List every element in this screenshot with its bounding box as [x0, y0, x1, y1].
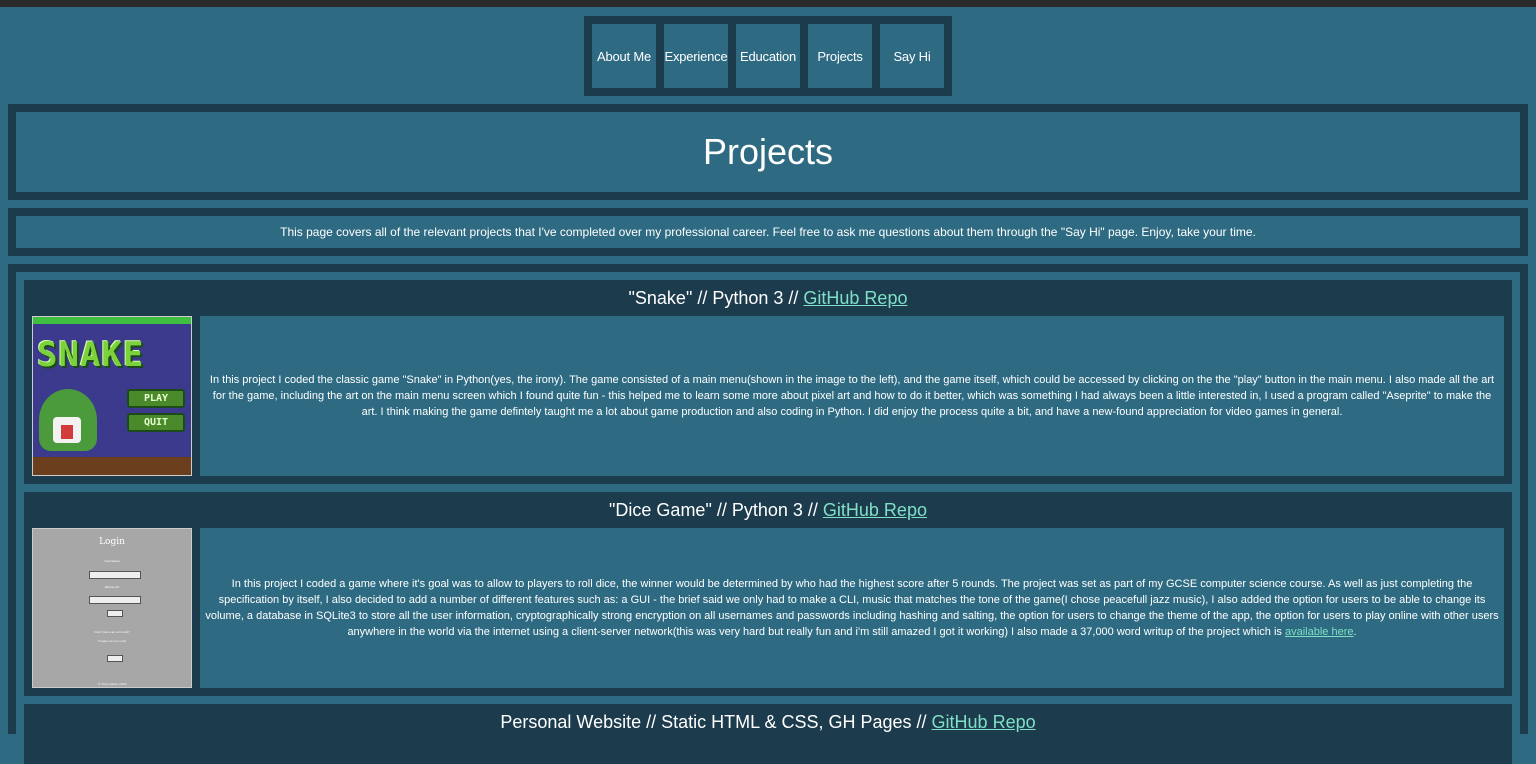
intro-text: This page covers all of the relevant pro… — [280, 225, 1256, 239]
nav-education[interactable]: Education — [736, 24, 800, 88]
snake-play-button: PLAY — [127, 389, 185, 408]
login-heading: Login — [99, 537, 125, 547]
nav-about-me[interactable]: About Me — [592, 24, 656, 88]
github-repo-link[interactable]: GitHub Repo — [803, 288, 907, 308]
title-panel: Projects — [8, 104, 1528, 200]
intro-panel: This page covers all of the relevant pro… — [8, 208, 1528, 256]
snake-ground-art — [33, 457, 191, 475]
login-submit-button — [107, 610, 123, 617]
project-description-text: In this project I coded a game where it'… — [204, 576, 1500, 640]
main-nav: About Me Experience Education Projects S… — [584, 16, 952, 96]
dice-login-screenshot: Login Username Password Don't have an ac… — [32, 528, 192, 688]
snake-logo-text: SNAKE — [37, 335, 145, 375]
snake-tongue-art — [61, 425, 73, 439]
project-description-end: . — [1353, 626, 1357, 638]
project-title: "Snake" // Python 3 // GitHub Repo — [24, 288, 1512, 309]
github-repo-link[interactable]: GitHub Repo — [932, 712, 1036, 732]
project-title-text: "Dice Game" // Python 3 // — [609, 500, 823, 520]
login-username-label: Username — [104, 559, 120, 563]
project-title: Personal Website // Static HTML & CSS, G… — [24, 712, 1512, 733]
project-title: "Dice Game" // Python 3 // GitHub Repo — [24, 500, 1512, 521]
snake-screenshot: SNAKE PLAY QUIT — [32, 316, 192, 476]
nav-projects[interactable]: Projects — [808, 24, 872, 88]
project-card-dice-game: "Dice Game" // Python 3 // GitHub Repo L… — [24, 492, 1512, 696]
project-title-text: Personal Website // Static HTML & CSS, G… — [500, 712, 932, 732]
login-create-button — [107, 655, 123, 662]
writeup-link[interactable]: available here — [1285, 626, 1354, 638]
project-card-snake: "Snake" // Python 3 // GitHub Repo SNAKE… — [24, 280, 1512, 484]
projects-panel: "Snake" // Python 3 // GitHub Repo SNAKE… — [8, 264, 1528, 764]
intro-panel-inner: This page covers all of the relevant pro… — [16, 216, 1520, 248]
project-description-text: In this project I coded the classic game… — [209, 374, 1495, 418]
page-title: Projects — [702, 131, 834, 172]
window-top-bar — [0, 0, 1536, 7]
nav-say-hi[interactable]: Say Hi — [880, 24, 944, 88]
project-description: In this project I coded the classic game… — [200, 316, 1504, 476]
snake-quit-button: QUIT — [127, 413, 185, 432]
login-username-field — [89, 571, 141, 579]
login-create-text: Create an account — [98, 639, 126, 643]
projects-list: "Snake" // Python 3 // GitHub Repo SNAKE… — [16, 272, 1520, 764]
snake-window-titlebar — [33, 317, 191, 324]
login-footer: © Dice Game 2020 — [97, 682, 127, 686]
title-panel-inner: Projects — [16, 112, 1520, 192]
login-password-label: Password — [104, 585, 120, 589]
nav-experience[interactable]: Experience — [664, 24, 728, 88]
project-description: In this project I coded a game where it'… — [200, 528, 1504, 688]
login-password-field — [89, 596, 141, 604]
github-repo-link[interactable]: GitHub Repo — [823, 500, 927, 520]
login-signup-text: Don't have an account? — [94, 630, 130, 634]
project-title-text: "Snake" // Python 3 // — [628, 288, 804, 308]
project-card-personal-website: Personal Website // Static HTML & CSS, G… — [24, 704, 1512, 764]
